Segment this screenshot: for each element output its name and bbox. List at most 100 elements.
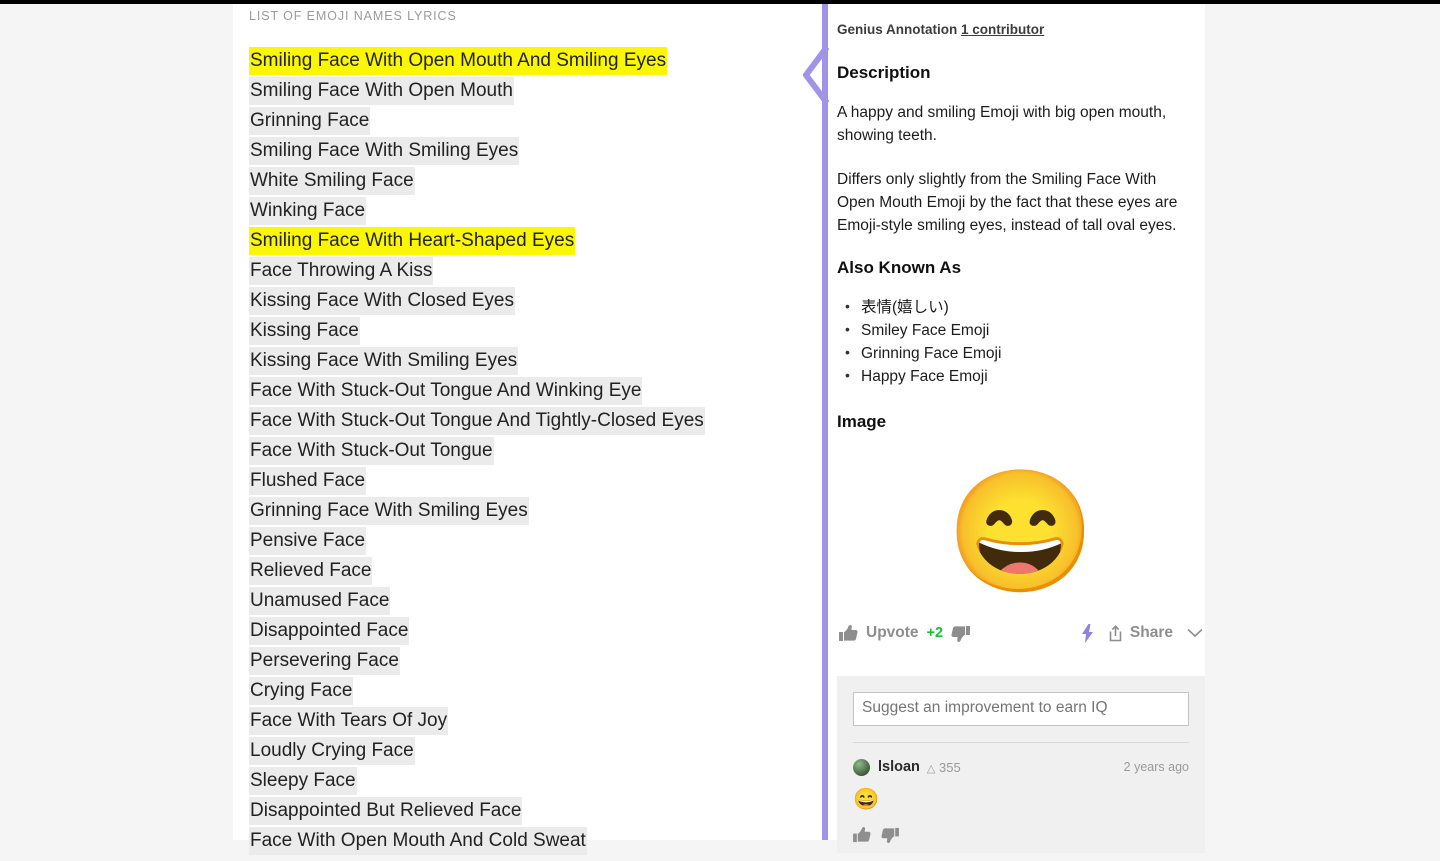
share-icon bbox=[1108, 624, 1123, 642]
annotation-bracket-line bbox=[822, 4, 828, 840]
lyric-line[interactable]: Winking Face bbox=[249, 197, 793, 225]
lyric-line-text: Face With Stuck-Out Tongue And Winking E… bbox=[249, 377, 643, 405]
lyric-line[interactable]: Sleepy Face bbox=[249, 767, 793, 795]
lyric-line-text: Persevering Face bbox=[249, 647, 400, 675]
smiling-face-open-mouth-smiling-eyes-emoji: 😄 bbox=[946, 465, 1096, 599]
lyric-line[interactable]: Unamused Face bbox=[249, 587, 793, 615]
lyric-line[interactable]: White Smiling Face bbox=[249, 167, 793, 195]
contributor-link[interactable]: 1 contributor bbox=[961, 22, 1044, 37]
lyric-line[interactable]: Smiling Face With Open Mouth And Smiling… bbox=[249, 47, 793, 75]
annotation-chevron-left-icon bbox=[803, 46, 829, 104]
share-label: Share bbox=[1129, 624, 1173, 641]
lyric-line[interactable]: Grinning Face bbox=[249, 107, 793, 135]
annotation-meta: Genius Annotation 1 contributor bbox=[837, 22, 1205, 37]
vote-count: +2 bbox=[926, 625, 944, 641]
lyric-line-text: Face With Stuck-Out Tongue And Tightly-C… bbox=[249, 407, 705, 435]
also-known-as-item: Smiley Face Emoji bbox=[837, 318, 1205, 342]
lyric-line[interactable]: Kissing Face With Smiling Eyes bbox=[249, 347, 793, 375]
suggest-improvement-input[interactable] bbox=[853, 692, 1189, 726]
also-known-as-item: Grinning Face Emoji bbox=[837, 341, 1205, 365]
vote-row: Upvote +2 Share bbox=[837, 618, 1205, 648]
lyric-line[interactable]: Pensive Face bbox=[249, 527, 793, 555]
lightning-bolt-icon[interactable] bbox=[1081, 623, 1094, 643]
lyric-line[interactable]: Loudly Crying Face bbox=[249, 737, 793, 765]
lyric-line-text: Winking Face bbox=[249, 197, 367, 225]
lyric-line-text: Kissing Face With Smiling Eyes bbox=[249, 347, 519, 375]
annotation-column: Genius Annotation 1 contributor Descript… bbox=[837, 4, 1205, 853]
lyric-line-text: Smiling Face With Open Mouth And Smiling… bbox=[249, 47, 668, 75]
lyric-line[interactable]: Smiling Face With Heart-Shaped Eyes bbox=[249, 227, 793, 255]
lyric-line-text: Crying Face bbox=[249, 677, 354, 705]
comment-timestamp: 2 years ago bbox=[1123, 760, 1189, 774]
lyric-line-text: Face Throwing A Kiss bbox=[249, 257, 434, 285]
lyric-line-text: Face With Open Mouth And Cold Sweat bbox=[249, 827, 587, 855]
avatar[interactable] bbox=[853, 758, 870, 776]
lyric-line-text: Kissing Face bbox=[249, 317, 360, 345]
comment-iq: △ 355 bbox=[927, 760, 961, 775]
annotation-meta-prefix: Genius Annotation bbox=[837, 22, 961, 37]
lyric-line[interactable]: Face With Stuck-Out Tongue And Winking E… bbox=[249, 377, 793, 405]
also-known-as-item: 表情(嬉しい) bbox=[837, 295, 1205, 319]
lyric-line-text: Relieved Face bbox=[249, 557, 373, 585]
comment-body: 😄 bbox=[853, 788, 880, 811]
page-root: LIST OF EMOJI NAMES LYRICS Smiling Face … bbox=[0, 4, 1440, 855]
annotation-image: 😄 bbox=[837, 450, 1205, 618]
description-heading: Description bbox=[837, 63, 931, 82]
lyric-line[interactable]: Crying Face bbox=[249, 677, 793, 705]
thumbs-up-icon[interactable] bbox=[839, 624, 858, 642]
chevron-down-icon[interactable] bbox=[1187, 628, 1203, 638]
iq-triangle-icon: △ bbox=[926, 762, 936, 775]
comment-username[interactable]: lsloan bbox=[878, 759, 920, 775]
also-known-as-item: Happy Face Emoji bbox=[837, 364, 1205, 388]
lyric-line[interactable]: Disappointed But Relieved Face bbox=[249, 797, 793, 825]
lyric-line-text: Kissing Face With Closed Eyes bbox=[249, 287, 515, 315]
share-button[interactable]: Share bbox=[1108, 624, 1173, 642]
lyrics-lines-list: Smiling Face With Open Mouth And Smiling… bbox=[249, 47, 793, 855]
comment-section: lsloan △ 355 2 years ago 😄 bbox=[837, 676, 1205, 853]
description-paragraph-1: A happy and smiling Emoji with big open … bbox=[837, 104, 1167, 144]
lyric-line[interactable]: Disappointed Face bbox=[249, 617, 793, 645]
iq-value: 355 bbox=[939, 759, 961, 775]
lyric-line[interactable]: Flushed Face bbox=[249, 467, 793, 495]
also-known-as-list: 表情(嬉しい)Smiley Face EmojiGrinning Face Em… bbox=[837, 295, 1205, 388]
lyric-line-text: White Smiling Face bbox=[249, 167, 415, 195]
lyrics-section-header: LIST OF EMOJI NAMES LYRICS bbox=[249, 9, 457, 23]
lyric-line[interactable]: Kissing Face With Closed Eyes bbox=[249, 287, 793, 315]
top-black-bar bbox=[0, 0, 1440, 4]
comment-thumbs-up-icon[interactable] bbox=[853, 827, 871, 843]
lyric-line[interactable]: Relieved Face bbox=[249, 557, 793, 585]
lyric-line-text: Smiling Face With Smiling Eyes bbox=[249, 137, 520, 165]
lyric-line-text: Face With Tears Of Joy bbox=[249, 707, 449, 735]
lyric-line[interactable]: Face Throwing A Kiss bbox=[249, 257, 793, 285]
comment-thumbs-down-icon[interactable] bbox=[881, 827, 899, 843]
lyric-line[interactable]: Face With Open Mouth And Cold Sweat bbox=[249, 827, 793, 855]
lyric-line-text: Smiling Face With Open Mouth bbox=[249, 77, 514, 105]
comment-divider bbox=[853, 742, 1189, 743]
comment-actions bbox=[853, 827, 1189, 843]
lyric-line-text: Face With Stuck-Out Tongue bbox=[249, 437, 494, 465]
lyric-line[interactable]: Kissing Face bbox=[249, 317, 793, 345]
image-heading: Image bbox=[837, 412, 887, 431]
lyric-line[interactable]: Face With Stuck-Out Tongue And Tightly-C… bbox=[249, 407, 793, 435]
lyric-line-text: Grinning Face With Smiling Eyes bbox=[249, 497, 529, 525]
lyric-line-text: Unamused Face bbox=[249, 587, 391, 615]
lyric-line-text: Sleepy Face bbox=[249, 767, 357, 795]
lyric-line[interactable]: Grinning Face With Smiling Eyes bbox=[249, 497, 793, 525]
lyric-line[interactable]: Persevering Face bbox=[249, 647, 793, 675]
content-panel: LIST OF EMOJI NAMES LYRICS Smiling Face … bbox=[233, 4, 1205, 855]
also-known-as-heading: Also Known As bbox=[837, 258, 962, 277]
lyric-line-text: Loudly Crying Face bbox=[249, 737, 415, 765]
lyric-line-text: Disappointed Face bbox=[249, 617, 410, 645]
lyric-line-text: Smiling Face With Heart-Shaped Eyes bbox=[249, 227, 576, 255]
lyrics-column: LIST OF EMOJI NAMES LYRICS Smiling Face … bbox=[233, 4, 793, 861]
lyric-line[interactable]: Smiling Face With Open Mouth bbox=[249, 77, 793, 105]
lyric-line[interactable]: Face With Stuck-Out Tongue bbox=[249, 437, 793, 465]
lyric-line-text: Disappointed But Relieved Face bbox=[249, 797, 523, 825]
description-paragraph-2: Differs only slightly from the Smiling F… bbox=[837, 171, 1178, 234]
lyric-line-text: Flushed Face bbox=[249, 467, 367, 495]
lyric-line[interactable]: Smiling Face With Smiling Eyes bbox=[249, 137, 793, 165]
comment-header: lsloan △ 355 2 years ago bbox=[853, 757, 1189, 777]
upvote-label[interactable]: Upvote bbox=[866, 624, 919, 642]
lyric-line[interactable]: Face With Tears Of Joy bbox=[249, 707, 793, 735]
thumbs-down-icon[interactable] bbox=[951, 625, 971, 642]
